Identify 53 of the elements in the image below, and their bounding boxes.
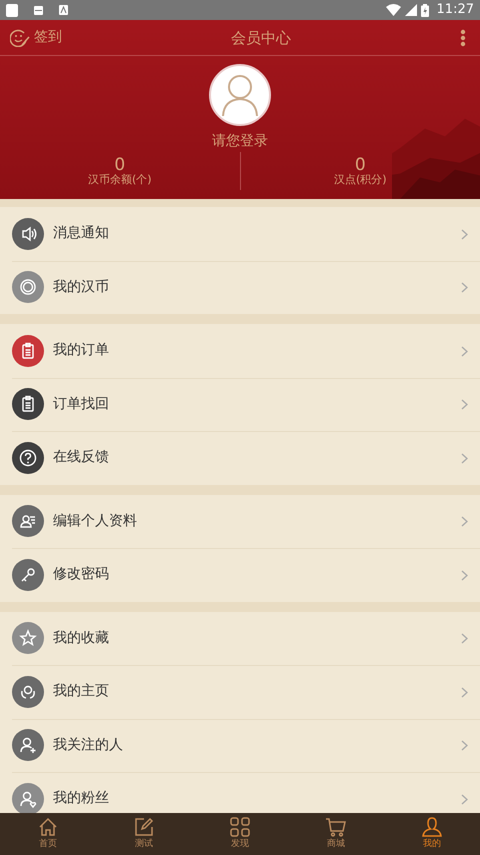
person-icon <box>421 816 443 838</box>
menu-item[interactable]: 我关注的人 <box>0 718 480 772</box>
stat-label: 汉币余额(个) <box>88 173 152 186</box>
user-icon <box>220 74 260 116</box>
menu-item[interactable]: 我的订单 <box>0 324 480 378</box>
nav-tab[interactable]: 我的 <box>384 813 480 855</box>
menu-item[interactable]: 我的汉币 <box>0 260 480 314</box>
home-icon <box>37 816 59 838</box>
stat-value: 0 <box>354 154 366 175</box>
menu-item[interactable]: 我的收藏 <box>0 612 480 665</box>
grid-icon <box>229 816 251 838</box>
menu-item[interactable]: 编辑个人资料 <box>0 494 480 548</box>
nav-tab[interactable]: 发现 <box>192 813 288 855</box>
nav-tab[interactable]: 商城 <box>288 813 384 855</box>
menu-item[interactable]: 我的粉丝 <box>0 772 480 813</box>
nav-tab[interactable]: 测试 <box>96 813 192 855</box>
notification-icon <box>59 5 68 15</box>
menu-item[interactable]: 订单找回 <box>0 378 480 431</box>
chevron-right-icon <box>461 794 468 805</box>
stat-value: 0 <box>114 154 126 175</box>
chevron-right-icon <box>461 452 468 464</box>
page-title: 会员中心 <box>231 28 291 46</box>
nav-tab[interactable]: 首页 <box>0 813 96 855</box>
edit-icon <box>133 816 155 838</box>
help-icon <box>18 448 38 468</box>
chevron-right-icon <box>461 740 468 752</box>
checkin-button[interactable]: 签到 <box>10 27 62 48</box>
user-add-icon <box>18 735 38 756</box>
signal-icon <box>404 4 417 16</box>
chevron-right-icon <box>461 686 468 698</box>
notification-icon <box>6 4 18 16</box>
menu-item[interactable]: 在线反馈 <box>0 431 480 484</box>
cart-icon <box>325 816 347 838</box>
menu-item[interactable]: 消息通知 <box>0 207 480 260</box>
chevron-right-icon <box>461 570 468 581</box>
notification-icon <box>34 6 43 14</box>
chevron-right-icon <box>461 516 468 528</box>
battery-icon <box>420 4 429 16</box>
chevron-right-icon <box>461 282 468 294</box>
chevron-right-icon <box>461 228 468 240</box>
login-link[interactable]: 请您登录 <box>212 133 268 149</box>
wifi-icon <box>386 4 401 16</box>
menu-item[interactable]: 修改密码 <box>0 548 480 602</box>
chevron-right-icon <box>461 633 468 644</box>
stat-label: 汉点(积分) <box>334 173 387 186</box>
more-menu-icon[interactable] <box>460 28 466 46</box>
smiley-pen-icon <box>10 28 30 46</box>
star-icon <box>18 628 38 648</box>
chevron-right-icon <box>461 399 468 410</box>
menu-item[interactable]: 我的主页 <box>0 665 480 718</box>
clock-time: 11:27 <box>436 1 474 20</box>
chevron-right-icon <box>461 346 468 357</box>
coin-icon <box>18 277 38 298</box>
